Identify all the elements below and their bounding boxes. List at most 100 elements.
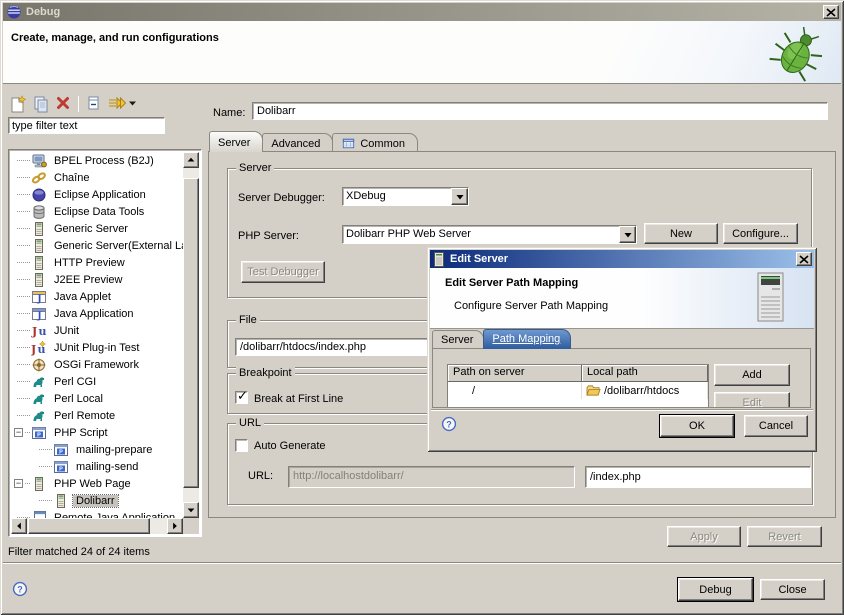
tree-item-dolibarr[interactable]: Dolibarr <box>11 492 183 509</box>
osgi-icon <box>31 357 47 373</box>
php-web-icon <box>53 493 69 509</box>
tab-server[interactable]: Server <box>432 330 484 349</box>
tree-item-j2ee-preview[interactable]: J2EE Preview <box>11 271 183 288</box>
chevron-down-icon[interactable] <box>619 226 636 243</box>
name-input[interactable] <box>252 102 828 120</box>
new-server-button[interactable]: New <box>644 223 718 244</box>
filter-button[interactable] <box>105 94 128 114</box>
new-configuration-button[interactable] <box>6 94 29 114</box>
tree-item-junit[interactable]: JuJUnit <box>11 322 183 339</box>
tree-item-mailing-prepare[interactable]: Pmailing-prepare <box>11 441 183 458</box>
add-mapping-button[interactable]: Add <box>714 364 790 386</box>
tree-item-remote-java-application[interactable]: Remote Java Application <box>11 509 183 518</box>
tree-guide <box>17 398 30 399</box>
tree-guide <box>17 228 30 229</box>
tab-common[interactable]: Common <box>332 133 418 152</box>
apply-button: Apply <box>667 526 741 547</box>
chevron-down-icon[interactable] <box>451 188 468 205</box>
tab-label: Advanced <box>271 138 320 150</box>
tree-item-http-preview[interactable]: HTTP Preview <box>11 254 183 271</box>
edit-server-help-icon[interactable]: ? <box>441 416 457 432</box>
scroll-down-button[interactable] <box>183 502 199 518</box>
server-icon <box>31 238 47 254</box>
tree-item-perl-local[interactable]: Perl Local <box>11 390 183 407</box>
perl-icon <box>31 408 47 424</box>
tree-item-cha-ne[interactable]: Chaîne <box>11 169 183 186</box>
collapse-expander-icon[interactable]: − <box>14 428 23 437</box>
edit-server-titlebar[interactable]: Edit Server <box>430 250 814 268</box>
tree-item-eclipse-application[interactable]: Eclipse Application <box>11 186 183 203</box>
tree-item-label: Chaîne <box>51 172 92 184</box>
table-row[interactable]: //dolibarr/htdocs <box>448 382 708 399</box>
tree-item-generic-server-external-la[interactable]: Generic Server(External La <box>11 237 183 254</box>
server-icon <box>31 272 47 288</box>
collapse-all-button[interactable] <box>82 94 105 114</box>
tree-item-php-script[interactable]: −PPHP Script <box>11 424 183 441</box>
window-close-button[interactable] <box>823 5 839 19</box>
tree-item-php-web-page[interactable]: −PHP Web Page <box>11 475 183 492</box>
tree-item-perl-remote[interactable]: Perl Remote <box>11 407 183 424</box>
toolbar-separator <box>78 96 79 112</box>
tree-item-label: Java Applet <box>51 291 114 303</box>
tree-item-mailing-send[interactable]: Pmailing-send <box>11 458 183 475</box>
scroll-right-button[interactable] <box>167 518 183 534</box>
configure-server-button[interactable]: Configure... <box>723 223 798 244</box>
column-header-path-on-server[interactable]: Path on server <box>448 365 582 382</box>
auto-generate-checkbox[interactable] <box>235 439 248 452</box>
tree-vertical-scrollbar[interactable] <box>183 152 199 518</box>
tree-item-bpel-process-b2j[interactable]: BPEL Process (B2J) <box>11 152 183 169</box>
tree-item-label: BPEL Process (B2J) <box>51 155 157 167</box>
php-file-icon: P <box>53 459 69 475</box>
edit-server-subheading: Configure Server Path Mapping <box>454 300 608 312</box>
tree-item-java-application[interactable]: JJava Application <box>11 305 183 322</box>
tab-advanced[interactable]: Advanced <box>262 133 333 152</box>
tab-path-mapping[interactable]: Path Mapping <box>483 329 571 349</box>
config-tree-box: BPEL Process (B2J) Chaîne Eclipse Applicat… <box>8 149 202 537</box>
tab-server[interactable]: Server <box>209 131 263 152</box>
server-debugger-select[interactable]: XDebug <box>342 187 469 206</box>
php-server-select[interactable]: Dolibarr PHP Web Server <box>342 225 637 244</box>
junit-plugin-icon: Ju <box>31 340 47 356</box>
delete-button[interactable] <box>52 94 75 114</box>
svg-text:?: ? <box>446 420 452 430</box>
tree-guide <box>17 415 30 416</box>
tree-item-eclipse-data-tools[interactable]: Eclipse Data Tools <box>11 203 183 220</box>
tree-item-junit-plug-in-test[interactable]: JuJUnit Plug-in Test <box>11 339 183 356</box>
cancel-button[interactable]: Cancel <box>744 415 808 437</box>
horizontal-scrollbar-thumb[interactable] <box>28 518 150 534</box>
tree-item-perl-cgi[interactable]: Perl CGI <box>11 373 183 390</box>
close-button[interactable]: Close <box>760 579 825 600</box>
edit-server-header: Edit Server Path Mapping Configure Serve… <box>430 268 814 329</box>
duplicate-button[interactable] <box>29 94 52 114</box>
scroll-up-button[interactable] <box>183 152 199 168</box>
file-group-label: File <box>236 314 260 326</box>
help-icon[interactable]: ? <box>12 581 28 597</box>
tree-item-label: PHP Script <box>51 427 111 439</box>
ok-button[interactable]: OK <box>660 415 734 437</box>
filter-icon <box>108 95 126 113</box>
edit-server-close-button[interactable] <box>796 252 812 266</box>
tree-item-java-applet[interactable]: J Java Applet <box>11 288 183 305</box>
tree-guide <box>17 330 30 331</box>
breakpoint-group-label: Breakpoint <box>236 367 295 379</box>
edit-server-separator <box>431 409 813 411</box>
tree-guide <box>25 483 30 484</box>
footer-separator <box>3 562 841 564</box>
toolbar-menu-button[interactable] <box>128 94 141 114</box>
vertical-scrollbar-thumb[interactable] <box>183 178 199 488</box>
collapse-expander-icon[interactable]: − <box>14 479 23 488</box>
debug-button[interactable]: Debug <box>678 578 753 601</box>
window-titlebar[interactable]: Debug <box>3 3 841 21</box>
tree-item-osgi-framework[interactable]: OSGi Framework <box>11 356 183 373</box>
edit-server-heading: Edit Server Path Mapping <box>445 277 578 289</box>
column-header-local-path[interactable]: Local path <box>582 365 708 382</box>
filter-input[interactable] <box>8 117 165 134</box>
server-group-label: Server <box>236 162 274 174</box>
tree-horizontal-scrollbar[interactable] <box>11 518 183 534</box>
break-first-line-checkbox[interactable] <box>235 391 248 404</box>
scroll-left-button[interactable] <box>11 518 27 534</box>
tree-item-generic-server[interactable]: Generic Server <box>11 220 183 237</box>
url-path-input[interactable] <box>585 466 811 488</box>
tree-guide <box>17 364 30 365</box>
svg-text:J: J <box>36 294 41 304</box>
